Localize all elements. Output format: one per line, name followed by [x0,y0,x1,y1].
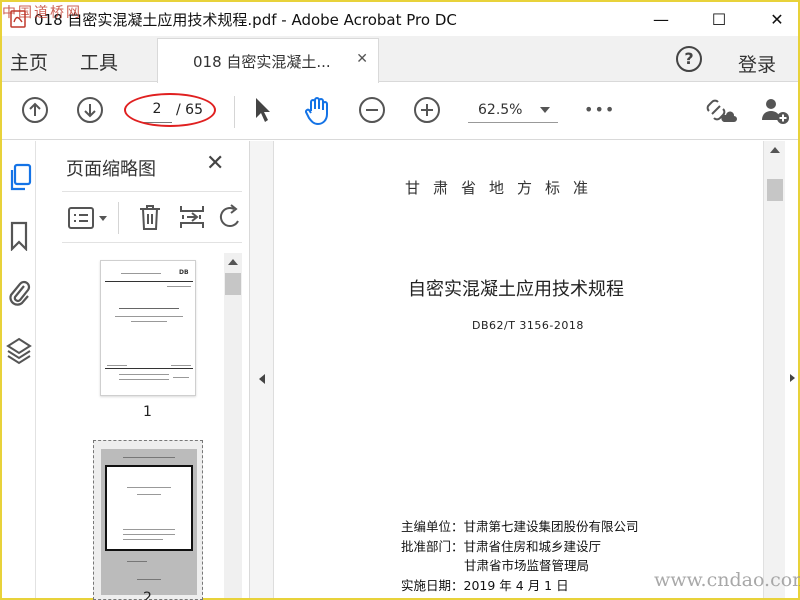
trash-icon[interactable] [138,203,162,231]
thumbnail-scrollbar[interactable] [224,253,242,598]
thumbnail-page-2-image [101,449,197,595]
thumb-text-line [167,286,191,287]
toolbar-divider [234,96,235,128]
thumb-text-line [127,487,171,488]
thumb-text-line [123,539,163,540]
document-tab-close-icon[interactable]: ✕ [356,51,368,67]
layers-icon[interactable] [6,336,32,366]
thumb-rule [105,281,193,282]
thumb-text-line [123,529,175,530]
login-button[interactable]: 登录 [738,50,776,77]
tab-home[interactable]: 主页 [10,48,48,75]
doc-info-key: 实施日期： [401,577,464,593]
panel-splitter[interactable] [250,141,274,598]
tab-document[interactable]: 018 自密实混凝土... ✕ [157,38,379,83]
thumb-text-line [115,316,183,317]
doc-info-block: 主编单位：甘肃第七建设集团股份有限公司 批准部门：甘肃省住房和城乡建设厅 甘肃省… [401,517,639,595]
thumb-text-line [171,365,191,366]
doc-info-row: 主编单位：甘肃第七建设集团股份有限公司 [401,517,639,537]
close-window-button[interactable]: ✕ [754,2,800,36]
thumbnail-label-2: 2 [143,590,152,600]
attachment-icon[interactable] [7,277,31,309]
thumb-text-line [121,273,161,274]
thumb-inner-border [105,465,193,551]
right-pane-edge [785,141,798,598]
link-cloud-icon[interactable] [706,96,738,126]
document-scrollbar[interactable] [763,141,785,598]
plus-circle-icon[interactable] [413,96,441,124]
thumb-text-line [127,561,147,562]
watermark-bottom-right: www.cndao.com [654,569,800,591]
thumb-text-line [119,308,179,309]
doc-info-key: 批准部门： [401,538,464,554]
help-icon[interactable]: ? [676,46,702,72]
arrow-down-circle-icon[interactable] [76,96,104,124]
document-tab-label: 018 自密实混凝土... [193,52,331,71]
doc-info-row: 甘肃省市场监督管理局 [401,556,639,576]
thumb-db-mark: DB [179,269,189,276]
doc-info-row: 实施日期：2019 年 4 月 1 日 [401,576,639,596]
add-user-icon[interactable] [760,96,790,126]
doc-title: 自密实混凝土应用技术规程 [408,279,624,300]
thumb-text-line [123,534,175,535]
minus-circle-icon[interactable] [358,96,386,124]
panel-toolbar-divider [118,202,119,234]
scroll-up-icon[interactable] [228,259,238,265]
scroll-up-icon[interactable] [770,147,780,153]
doc-info-value: 2019 年 4 月 1 日 [463,577,569,593]
pages-icon[interactable] [8,163,32,193]
thumbnail-label-1: 1 [143,404,152,420]
toolbar: 2 / 65 62.5% ••• [2,83,798,140]
tab-tools[interactable]: 工具 [80,48,118,75]
window-title: 018 自密实混凝土应用技术规程.pdf - Adobe Acrobat Pro… [34,10,457,29]
thumb-text-line [119,374,169,375]
thumb-rule [105,368,193,369]
minimize-button[interactable]: — [638,2,684,36]
thumb-text-line [107,365,127,366]
bookmark-icon[interactable] [9,221,29,251]
zoom-select[interactable]: 62.5% [468,97,558,123]
thumb-text-line [137,579,161,580]
more-tools-button[interactable]: ••• [584,100,615,119]
red-highlight-ellipse [124,93,216,127]
rotate-icon[interactable] [218,203,242,231]
thumbnail-page-2[interactable] [93,440,203,600]
insert-pages-icon[interactable] [178,203,206,231]
maximize-button[interactable]: ☐ [696,2,742,36]
options-icon[interactable] [68,206,112,230]
scroll-thumb[interactable] [225,273,241,295]
tab-bar: 主页 工具 018 自密实混凝土... ✕ ? 登录 [2,36,798,83]
document-page[interactable]: 甘肃省地方标准 自密实混凝土应用技术规程 DB62/T 3156-2018 主编… [275,141,763,598]
thumbnail-page-1[interactable]: DB [100,260,196,396]
thumb-text-line [173,377,189,378]
doc-code: DB62/T 3156-2018 [472,319,584,332]
thumb-text-line [131,321,167,322]
hand-icon[interactable] [302,96,332,126]
left-navigation-rail [2,141,36,598]
collapse-panel-icon[interactable] [259,374,265,384]
thumb-text-line [137,494,161,495]
watermark-top-left: 中国道桥网 [2,5,82,21]
thumb-text-line [123,457,175,458]
thumb-text-line [119,379,169,380]
zoom-value: 62.5% [478,102,523,118]
doc-info-key: 主编单位： [401,519,464,534]
expand-right-pane-icon[interactable] [790,374,795,382]
panel-toolbar [62,191,242,243]
panel-close-icon[interactable]: ✕ [206,151,224,176]
panel-title: 页面缩略图 [66,159,156,180]
doc-standard-header: 甘肃省地方标准 [405,179,602,197]
cursor-icon[interactable] [252,96,274,124]
chevron-down-icon [540,107,550,113]
arrow-up-circle-icon[interactable] [21,96,49,124]
doc-info-value: 甘肃省市场监督管理局 [464,558,590,573]
scroll-thumb[interactable] [767,179,783,201]
doc-info-value: 甘肃省住房和城乡建设厅 [463,538,602,554]
title-bar: 018 自密实混凝土应用技术规程.pdf - Adobe Acrobat Pro… [2,2,798,36]
doc-info-row: 批准部门：甘肃省住房和城乡建设厅 [401,537,639,557]
doc-info-value: 甘肃第七建设集团股份有限公司 [463,519,639,534]
